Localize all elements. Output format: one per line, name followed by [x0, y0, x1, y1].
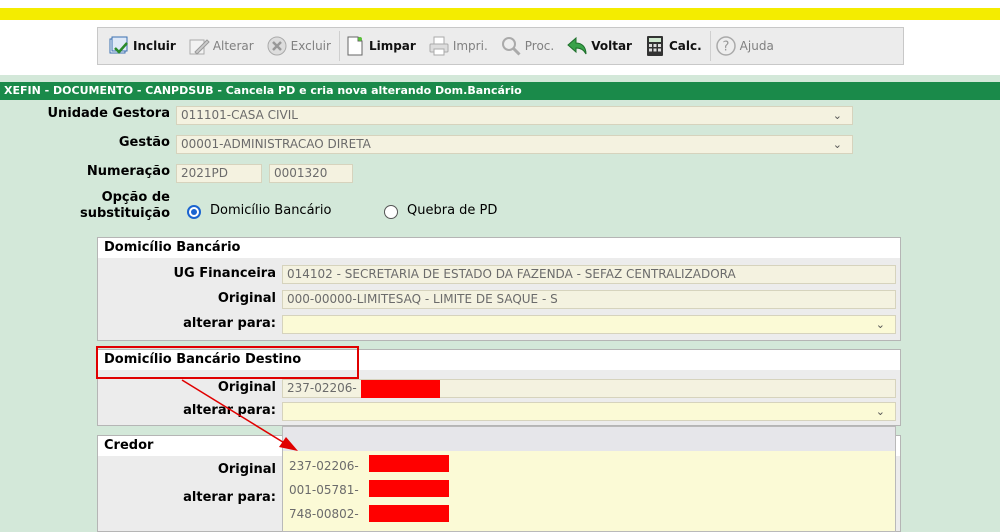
voltar-label: Voltar	[591, 39, 632, 53]
calc-button[interactable]: Calc.	[640, 31, 706, 61]
opcao-substituicao-label: Opção de substituição	[20, 190, 170, 222]
imprimir-label: Impri.	[452, 39, 488, 53]
chevron-down-icon: ⌄	[832, 138, 842, 151]
voltar-button[interactable]: Voltar	[562, 31, 636, 61]
unidade-gestora-label: Unidade Gestora	[47, 106, 170, 121]
domicilio-panel-title: Domicílio Bancário	[98, 238, 900, 258]
ug-financeira-label: UG Financeira	[173, 266, 276, 281]
destino-alterar-label: alterar para:	[183, 403, 276, 418]
alterar-button[interactable]: Alterar	[184, 31, 258, 61]
credor-alterar-label: alterar para:	[183, 490, 276, 505]
redaction-mark	[369, 505, 449, 522]
dropdown-option-text: 237-02206-	[289, 459, 359, 473]
chevron-down-icon: ⌄	[832, 109, 842, 122]
proc-label: Proc.	[524, 39, 555, 53]
back-arrow-icon	[566, 35, 588, 57]
radio-domicilio-label: Domicílio Bancário	[210, 203, 332, 218]
destino-original-label: Original	[217, 380, 276, 395]
opcao-label-line2: substituição	[79, 206, 170, 221]
calc-label: Calc.	[668, 39, 702, 53]
incluir-icon	[108, 35, 130, 57]
limpar-label: Limpar	[368, 39, 416, 53]
numeracao-num-field[interactable]: 0001320	[269, 164, 353, 183]
printer-icon	[428, 35, 450, 57]
unidade-gestora-value: 011101-CASA CIVIL	[181, 108, 298, 122]
destino-original-value: 237-02206-	[287, 381, 357, 395]
dropdown-option[interactable]	[283, 427, 895, 451]
excluir-button[interactable]: Excluir	[262, 31, 335, 61]
chevron-down-icon: ⌄	[875, 405, 885, 418]
gestao-select[interactable]: 00001-ADMINISTRACAO DIRETA ⌄	[176, 135, 853, 154]
domicilio-original-field: 000-00000-LIMITESAQ - LIMITE DE SAQUE - …	[282, 290, 896, 309]
limpar-icon	[344, 35, 366, 57]
gestao-label: Gestão	[118, 135, 170, 150]
domicilio-alterar-select[interactable]: ⌄	[282, 315, 896, 334]
search-icon	[500, 35, 522, 57]
svg-text:?: ?	[722, 40, 729, 55]
radio-quebra-label: Quebra de PD	[407, 203, 498, 218]
toolbar: Incluir Alterar Excluir Limpar Impri. Pr…	[97, 27, 904, 65]
opcao-label-line1: Opção de	[101, 190, 170, 205]
credor-original-label: Original	[217, 462, 276, 477]
radio-domicilio-bancario[interactable]	[187, 205, 201, 219]
incluir-label: Incluir	[133, 39, 176, 53]
top-yellow-bar	[0, 8, 1000, 20]
excluir-icon	[266, 35, 288, 57]
redaction-mark	[361, 380, 440, 398]
chevron-down-icon: ⌄	[875, 318, 885, 331]
unidade-gestora-select[interactable]: 011101-CASA CIVIL ⌄	[176, 106, 853, 125]
dropdown-option-text: 001-05781-	[289, 483, 359, 497]
highlight-box	[96, 346, 359, 379]
alterar-icon	[188, 35, 210, 57]
limpar-button[interactable]: Limpar	[338, 31, 420, 61]
redaction-mark	[369, 480, 449, 497]
domicilio-original-label: Original	[217, 291, 276, 306]
gestao-value: 00001-ADMINISTRACAO DIRETA	[181, 137, 371, 151]
imprimir-button[interactable]: Impri.	[424, 31, 492, 61]
proc-button[interactable]: Proc.	[496, 31, 558, 61]
top-strip	[0, 0, 1000, 8]
alterar-label: Alterar	[212, 39, 254, 53]
page-title: XEFIN - DOCUMENTO - CANPDSUB - Cancela P…	[0, 82, 1000, 100]
ajuda-label: Ajuda	[739, 39, 774, 53]
destino-alterar-select[interactable]: ⌄	[282, 402, 896, 421]
numeracao-label: Numeração	[86, 164, 170, 179]
incluir-button[interactable]: Incluir	[104, 31, 180, 61]
ug-financeira-field: 014102 - SECRETARIA DE ESTADO DA FAZENDA…	[282, 265, 896, 284]
help-icon: ?	[715, 35, 737, 57]
calculator-icon	[644, 35, 666, 57]
dropdown-option-text: 748-00802-	[289, 507, 359, 521]
excluir-label: Excluir	[290, 39, 331, 53]
numeracao-ano-field[interactable]: 2021PD	[176, 164, 262, 183]
redaction-mark	[369, 455, 449, 472]
domicilio-alterar-label: alterar para:	[183, 316, 276, 331]
radio-quebra-pd[interactable]	[384, 205, 398, 219]
ajuda-button[interactable]: ? Ajuda	[709, 31, 778, 61]
